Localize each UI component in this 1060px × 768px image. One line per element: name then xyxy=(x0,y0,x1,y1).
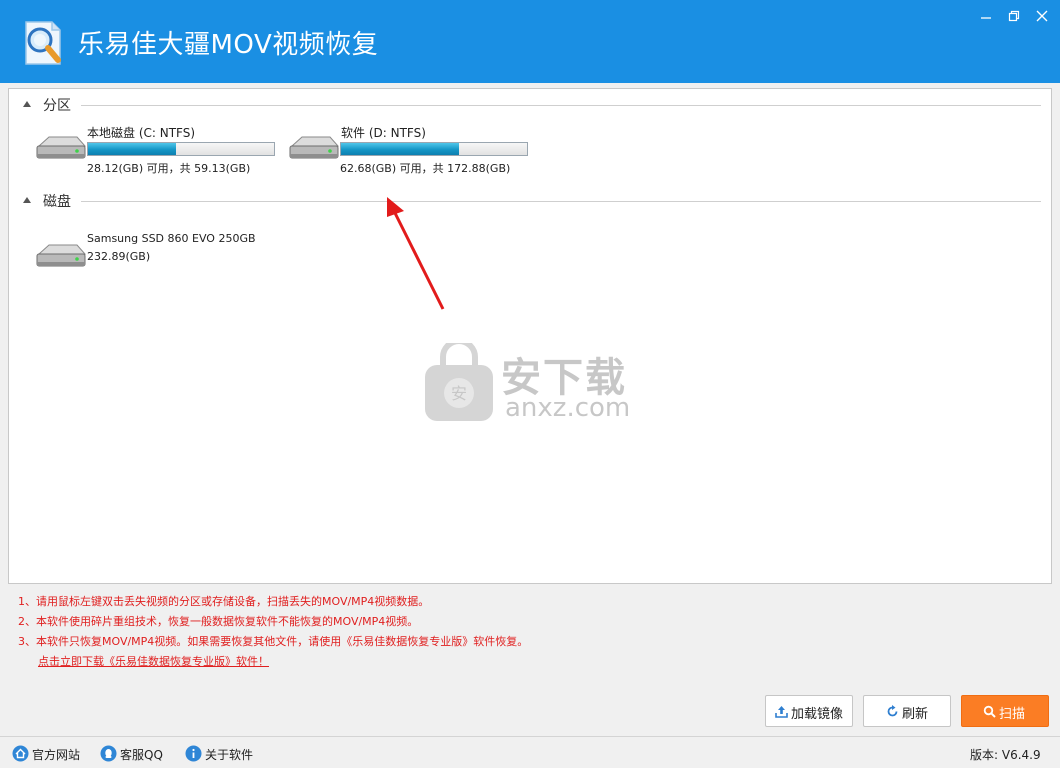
partitions-heading: 分区 xyxy=(43,98,71,114)
support-qq-link[interactable]: 客服QQ xyxy=(100,745,170,763)
disks-section-header[interactable]: 磁盘 xyxy=(19,191,1049,211)
tips-panel: 1、请用鼠标左键双击丢失视频的分区或存储设备，扫描丢失的MOV/MP4视频数据。… xyxy=(18,593,1018,673)
collapse-triangle-icon xyxy=(23,101,31,107)
app-logo-icon xyxy=(25,21,61,65)
partition-name: 本地磁盘 (C: NTFS) xyxy=(87,126,196,140)
minimize-icon xyxy=(981,17,991,19)
partition-size: 28.12(GB) 可用，共 59.13(GB) xyxy=(87,162,251,175)
usage-bar xyxy=(87,142,275,156)
refresh-button[interactable]: 刷新 xyxy=(863,695,951,727)
load-image-label: 加载镜像 xyxy=(791,707,844,722)
load-image-button[interactable]: 加载镜像 xyxy=(765,695,853,727)
tip-line: 2、本软件使用碎片重组技术，恢复一般数据恢复软件不能恢复的MOV/MP4视频。 xyxy=(18,615,419,628)
disk-name: Samsung SSD 860 EVO 250GB xyxy=(87,232,256,245)
scan-label: 扫描 xyxy=(999,707,1026,722)
version-text: 版本: V6.4.9 xyxy=(970,748,1041,762)
maximize-icon xyxy=(1008,10,1020,22)
usage-bar-fill xyxy=(88,143,177,155)
hard-drive-icon xyxy=(36,244,87,267)
hard-drive-icon xyxy=(289,136,340,159)
partition-item[interactable]: 本地磁盘 (C: NTFS) 28.12(GB) 可用，共 59.13(GB) xyxy=(35,124,285,175)
partition-name: 软件 (D: NTFS) xyxy=(341,126,426,140)
info-icon xyxy=(185,745,202,762)
shield-lock-icon: 安 xyxy=(425,343,493,421)
upload-icon xyxy=(775,706,788,718)
tip-line: 3、本软件只恢复MOV/MP4视频。如果需要恢复其他文件，请使用《乐易佳数据恢复… xyxy=(18,635,529,648)
about-software-link[interactable]: 关于软件 xyxy=(185,745,257,763)
disks-heading: 磁盘 xyxy=(43,194,71,210)
website-label: 官方网站 xyxy=(32,748,81,762)
usage-bar xyxy=(340,142,528,156)
official-website-link[interactable]: 官方网站 xyxy=(12,745,84,763)
annotation-arrow xyxy=(387,197,445,310)
watermark: 安 安下载 anxz.com xyxy=(423,343,643,433)
svg-text:安: 安 xyxy=(451,384,467,403)
maximize-button[interactable] xyxy=(1002,6,1026,26)
section-divider xyxy=(81,201,1041,202)
section-divider xyxy=(81,105,1041,106)
status-bar: 官方网站 客服QQ 关于软件 版本: V6.4.9 xyxy=(0,736,1060,768)
tip-line: 1、请用鼠标左键双击丢失视频的分区或存储设备，扫描丢失的MOV/MP4视频数据。 xyxy=(18,595,430,608)
qq-icon xyxy=(100,745,117,762)
search-icon xyxy=(983,705,996,718)
refresh-label: 刷新 xyxy=(902,707,929,722)
disk-size: 232.89(GB) xyxy=(87,250,151,263)
partitions-section-header[interactable]: 分区 xyxy=(19,95,1049,115)
partition-size: 62.68(GB) 可用，共 172.88(GB) xyxy=(340,162,511,175)
home-icon xyxy=(12,745,29,762)
minimize-button[interactable] xyxy=(974,6,998,26)
about-label: 关于软件 xyxy=(205,748,254,762)
hard-drive-icon xyxy=(36,136,87,159)
close-icon xyxy=(1036,10,1048,22)
close-button[interactable] xyxy=(1030,6,1054,26)
title-bar: 乐易佳大疆MOV视频恢复 xyxy=(0,0,1060,83)
partition-item[interactable]: 软件 (D: NTFS) 62.68(GB) 可用，共 172.88(GB) xyxy=(288,124,538,175)
refresh-icon xyxy=(887,705,898,717)
download-pro-link[interactable]: 点击立即下载《乐易佳数据恢复专业版》软件！ xyxy=(18,653,1018,673)
device-panel: 分区 本地磁盘 (C: NTFS) 28.12(GB) 可用，共 59.13(G… xyxy=(8,88,1052,584)
support-label: 客服QQ xyxy=(120,748,163,762)
disk-item[interactable]: Samsung SSD 860 EVO 250GB 232.89(GB) xyxy=(35,232,285,282)
collapse-triangle-icon xyxy=(23,197,31,203)
scan-button[interactable]: 扫描 xyxy=(961,695,1049,727)
app-title: 乐易佳大疆MOV视频恢复 xyxy=(78,30,379,60)
watermark-domain: anxz.com xyxy=(505,393,631,423)
usage-bar-fill xyxy=(341,143,460,155)
